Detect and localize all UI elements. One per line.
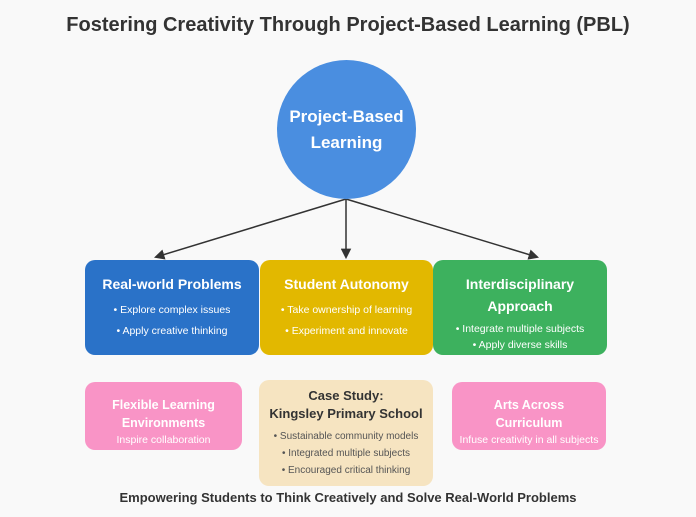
arts-subtitle: Infuse creativity in all subjects (459, 434, 599, 446)
box-interdisciplinary-approach: Interdisciplinary Approach • Integrate m… (433, 260, 607, 355)
hub-label-line2: Learning (310, 132, 383, 152)
box-case-study: Case Study: Kingsley Primary School • Su… (259, 380, 433, 486)
flexible-heading-line2: Environments (121, 416, 206, 430)
arrow-to-real-world (153, 198, 347, 260)
case-study-bullet-1: • Sustainable community models (273, 431, 419, 442)
box-arts-across-curriculum: Arts Across Curriculum Infuse creativity… (452, 382, 606, 450)
interdisciplinary-bullet-1: • Integrate multiple subjects (455, 323, 585, 335)
arts-heading-line1: Arts Across (493, 398, 565, 412)
case-study-heading-line2: Kingsley Primary School (269, 406, 423, 421)
interdisciplinary-bullet-2: • Apply diverse skills (472, 339, 568, 351)
box-student-autonomy: Student Autonomy • Take ownership of lea… (260, 260, 433, 355)
hub-circle-pbl: Project-Based Learning (277, 60, 416, 199)
case-study-bullet-3: • Encouraged critical thinking (281, 465, 411, 476)
autonomy-bullet-2: • Experiment and innovate (285, 325, 408, 337)
box-flexible-learning: Flexible Learning Environments Inspire c… (85, 382, 242, 450)
real-world-bullet-1: • Explore complex issues (113, 304, 231, 316)
box-real-world-problems: Real-world Problems • Explore complex is… (85, 260, 259, 355)
hub-label-line1: Project-Based (289, 106, 404, 126)
case-study-bullet-2: • Integrated multiple subjects (281, 448, 410, 459)
arrow-to-interdisciplinary (345, 198, 540, 260)
real-world-heading: Real-world Problems (102, 276, 242, 292)
flexible-subtitle: Inspire collaboration (116, 434, 211, 446)
real-world-bullet-2: • Apply creative thinking (116, 325, 228, 337)
footer-tagline: Empowering Students to Think Creatively … (119, 490, 577, 505)
flexible-heading-line1: Flexible Learning (112, 398, 215, 412)
interdisciplinary-heading-line2: Approach (487, 298, 553, 314)
autonomy-bullet-1: • Take ownership of learning (280, 304, 413, 316)
arts-heading-line2: Curriculum (495, 416, 563, 430)
interdisciplinary-heading-line1: Interdisciplinary (465, 276, 575, 292)
case-study-heading-line1: Case Study: (308, 388, 384, 403)
autonomy-heading: Student Autonomy (284, 276, 409, 292)
